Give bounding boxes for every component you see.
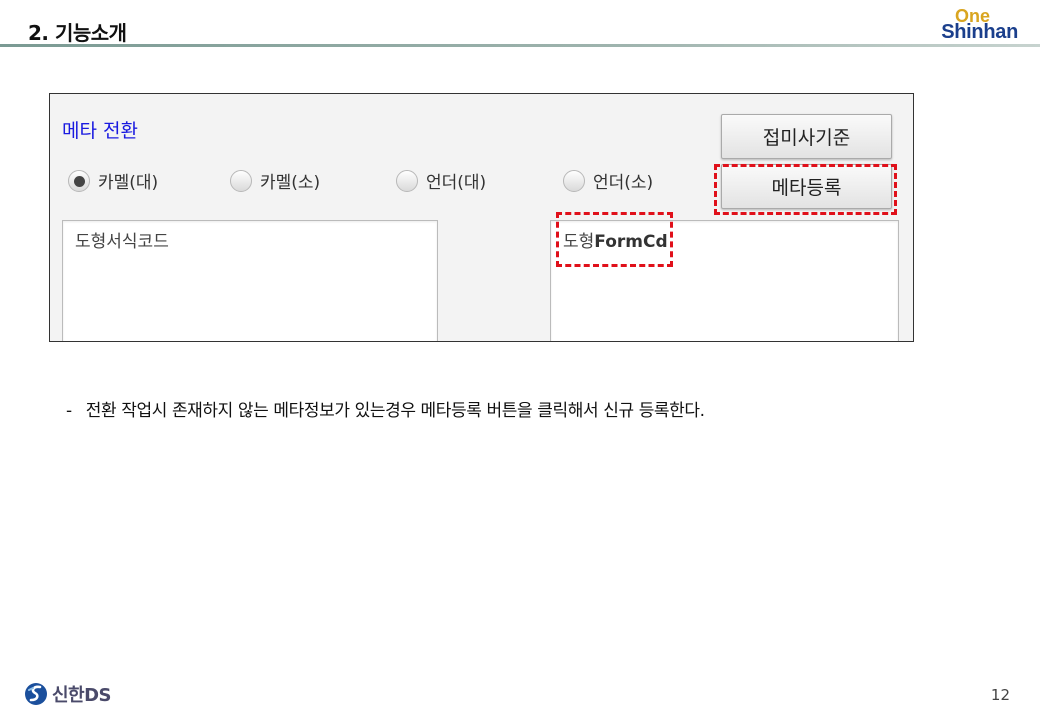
radio-label: 카멜(소) [260, 173, 321, 193]
page-number: 12 [990, 686, 1010, 704]
section-title: 2. 기능소개 [28, 21, 127, 45]
radio-unchecked-icon[interactable] [396, 169, 418, 192]
logo-shinhan-text: Shinhan [941, 21, 1018, 43]
one-shinhan-logo: One Shinhan [928, 6, 1018, 44]
source-text-input[interactable]: 도형서식코드 [62, 220, 438, 341]
radio-camel-upper[interactable]: 카멜(대) [68, 168, 158, 193]
meta-conversion-panel: 메타 전환 접미사기준 메타등록 카멜(대) 카멜(소) 언더(대) 언더(소)… [49, 93, 914, 342]
radio-camel-lower[interactable]: 카멜(소) [230, 168, 320, 193]
result-text-prefix: 도형 [563, 232, 595, 252]
radio-under-lower[interactable]: 언더(소) [563, 168, 653, 193]
radio-label: 카멜(대) [98, 173, 159, 193]
radio-under-upper[interactable]: 언더(대) [396, 168, 486, 193]
panel-title: 메타 전환 [62, 120, 138, 142]
bullet-dash: - [66, 401, 72, 421]
suffix-base-button[interactable]: 접미사기준 [721, 114, 892, 159]
description-line: - 전환 작업시 존재하지 않는 메타정보가 있는경우 메타등록 버튼을 클릭해서… [66, 396, 705, 421]
result-text-output[interactable]: 도형FormCd [550, 220, 899, 341]
radio-label: 언더(소) [593, 173, 654, 193]
company-name: 신한DS [52, 685, 112, 706]
radio-checked-icon[interactable] [68, 169, 90, 192]
source-text-value: 도형서식코드 [75, 232, 169, 252]
header-divider [0, 44, 1040, 47]
radio-unchecked-icon[interactable] [563, 169, 585, 192]
shinhan-mark-icon [25, 683, 47, 705]
meta-register-button[interactable]: 메타등록 [721, 164, 892, 209]
radio-unchecked-icon[interactable] [230, 169, 252, 192]
radio-label: 언더(대) [426, 173, 487, 193]
description-text: 전환 작업시 존재하지 않는 메타정보가 있는경우 메타등록 버튼을 클릭해서 … [85, 401, 705, 421]
shinhan-ds-logo: 신한DS [24, 681, 112, 707]
result-text-suffix: FormCd [594, 232, 668, 252]
